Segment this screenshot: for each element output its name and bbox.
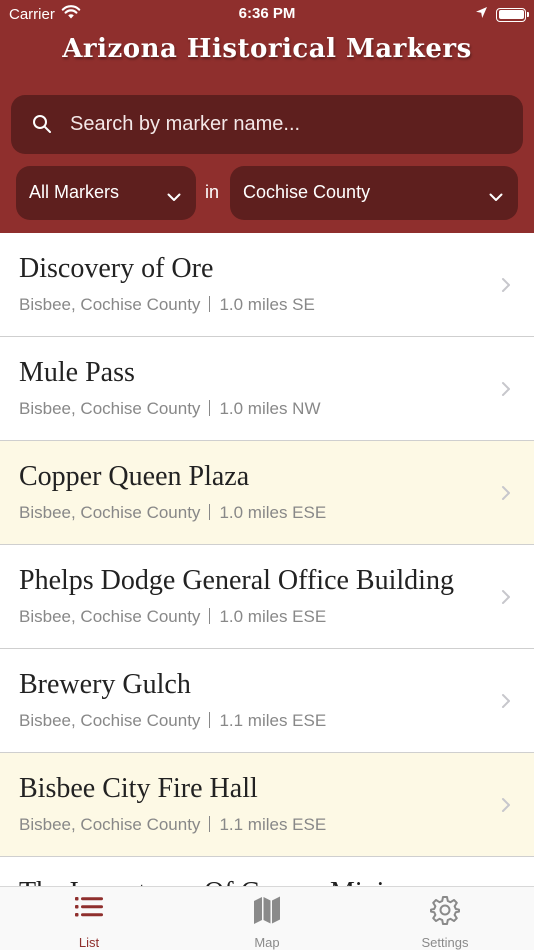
marker-location: Bisbee, Cochise County <box>19 295 201 314</box>
separator <box>209 712 211 728</box>
marker-distance: 1.0 miles ESE <box>219 607 327 626</box>
page-title: Arizona Historical Markers <box>62 34 472 64</box>
marker-type-value: All Markers <box>29 182 120 202</box>
separator <box>209 400 211 416</box>
marker-distance: 1.0 miles SE <box>219 295 315 314</box>
marker-details: Bisbee, Cochise County 1.0 miles ESE <box>19 503 326 523</box>
chevron-down-icon <box>167 186 181 207</box>
marker-details: Bisbee, Cochise County 1.1 miles ESE <box>19 711 326 731</box>
list-item[interactable]: Copper Queen Plaza Bisbee, Cochise County… <box>0 441 534 545</box>
list-item[interactable]: Bisbee City Fire Hall Bisbee, Cochise Cou… <box>0 753 534 857</box>
separator <box>209 296 211 312</box>
location-arrow-icon <box>475 6 488 23</box>
marker-location: Bisbee, Cochise County <box>19 815 201 834</box>
tab-list[interactable]: List <box>29 887 149 950</box>
marker-location: Bisbee, Cochise County <box>19 711 201 730</box>
marker-details: Bisbee, Cochise County 1.0 miles NW <box>19 399 321 419</box>
marker-list[interactable]: Discovery of Ore Bisbee, Cochise County 1.… <box>0 233 534 886</box>
clock: 6:36 PM <box>238 5 296 22</box>
list-item[interactable]: Brewery Gulch Bisbee, Cochise County 1.1 m… <box>0 649 534 753</box>
marker-distance: 1.1 miles ESE <box>219 815 327 834</box>
gear-icon <box>385 895 505 925</box>
marker-name: Brewery Gulch <box>19 669 191 700</box>
list-item[interactable]: Mule Pass Bisbee, Cochise County 1.0 miles… <box>0 337 534 441</box>
list-item[interactable]: Discovery of Ore Bisbee, Cochise County 1.… <box>0 233 534 337</box>
marker-type-dropdown[interactable]: All Markers <box>16 166 196 220</box>
chevron-down-icon <box>489 186 503 207</box>
separator <box>209 504 211 520</box>
app-header: Carrier 6:36 PM Arizona Historical Marke… <box>0 0 534 233</box>
chevron-right-icon <box>501 485 511 506</box>
tab-bar: List Map Settings <box>0 886 534 950</box>
marker-distance: 1.0 miles ESE <box>219 503 327 522</box>
marker-location: Bisbee, Cochise County <box>19 399 201 418</box>
chevron-right-icon <box>501 277 511 298</box>
chevron-right-icon <box>501 381 511 402</box>
marker-name: Mule Pass <box>19 357 135 388</box>
search-bar[interactable] <box>11 95 523 154</box>
marker-name: Phelps Dodge General Office Building <box>19 565 454 596</box>
list-icon <box>29 895 149 919</box>
map-icon <box>207 895 327 925</box>
separator <box>209 816 211 832</box>
marker-details: Bisbee, Cochise County 1.0 miles ESE <box>19 607 326 627</box>
marker-distance: 1.1 miles ESE <box>219 711 327 730</box>
marker-location: Bisbee, Cochise County <box>19 607 201 626</box>
tab-map-label: Map <box>254 935 280 950</box>
marker-details: Bisbee, Cochise County 1.0 miles SE <box>19 295 315 315</box>
chevron-right-icon <box>501 797 511 818</box>
status-bar: Carrier 6:36 PM <box>0 0 534 28</box>
marker-name: Discovery of Ore <box>19 253 214 284</box>
marker-distance: 1.0 miles NW <box>219 399 321 418</box>
search-icon <box>32 114 52 139</box>
tab-map[interactable]: Map <box>207 887 327 950</box>
marker-name: Bisbee City Fire Hall <box>19 773 258 804</box>
chevron-right-icon <box>501 589 511 610</box>
separator <box>209 608 211 624</box>
battery-icon <box>496 7 529 22</box>
list-item[interactable]: The Importance Of Copper Mining <box>0 857 534 886</box>
chevron-right-icon <box>501 693 511 714</box>
marker-name: The Importance Of Copper Mining <box>19 877 412 886</box>
tab-list-label: List <box>78 935 100 950</box>
battery-level <box>498 10 524 19</box>
tab-settings[interactable]: Settings <box>385 887 505 950</box>
tab-settings-label: Settings <box>421 935 469 950</box>
marker-name: Copper Queen Plaza <box>19 461 250 492</box>
marker-details: Bisbee, Cochise County 1.1 miles ESE <box>19 815 326 835</box>
filter-connector: in <box>205 182 220 202</box>
list-item[interactable]: Phelps Dodge General Office Building Bisb… <box>0 545 534 649</box>
marker-location: Bisbee, Cochise County <box>19 503 201 522</box>
county-dropdown[interactable]: Cochise County <box>230 166 518 220</box>
search-input[interactable] <box>70 95 510 154</box>
county-value: Cochise County <box>243 182 371 202</box>
